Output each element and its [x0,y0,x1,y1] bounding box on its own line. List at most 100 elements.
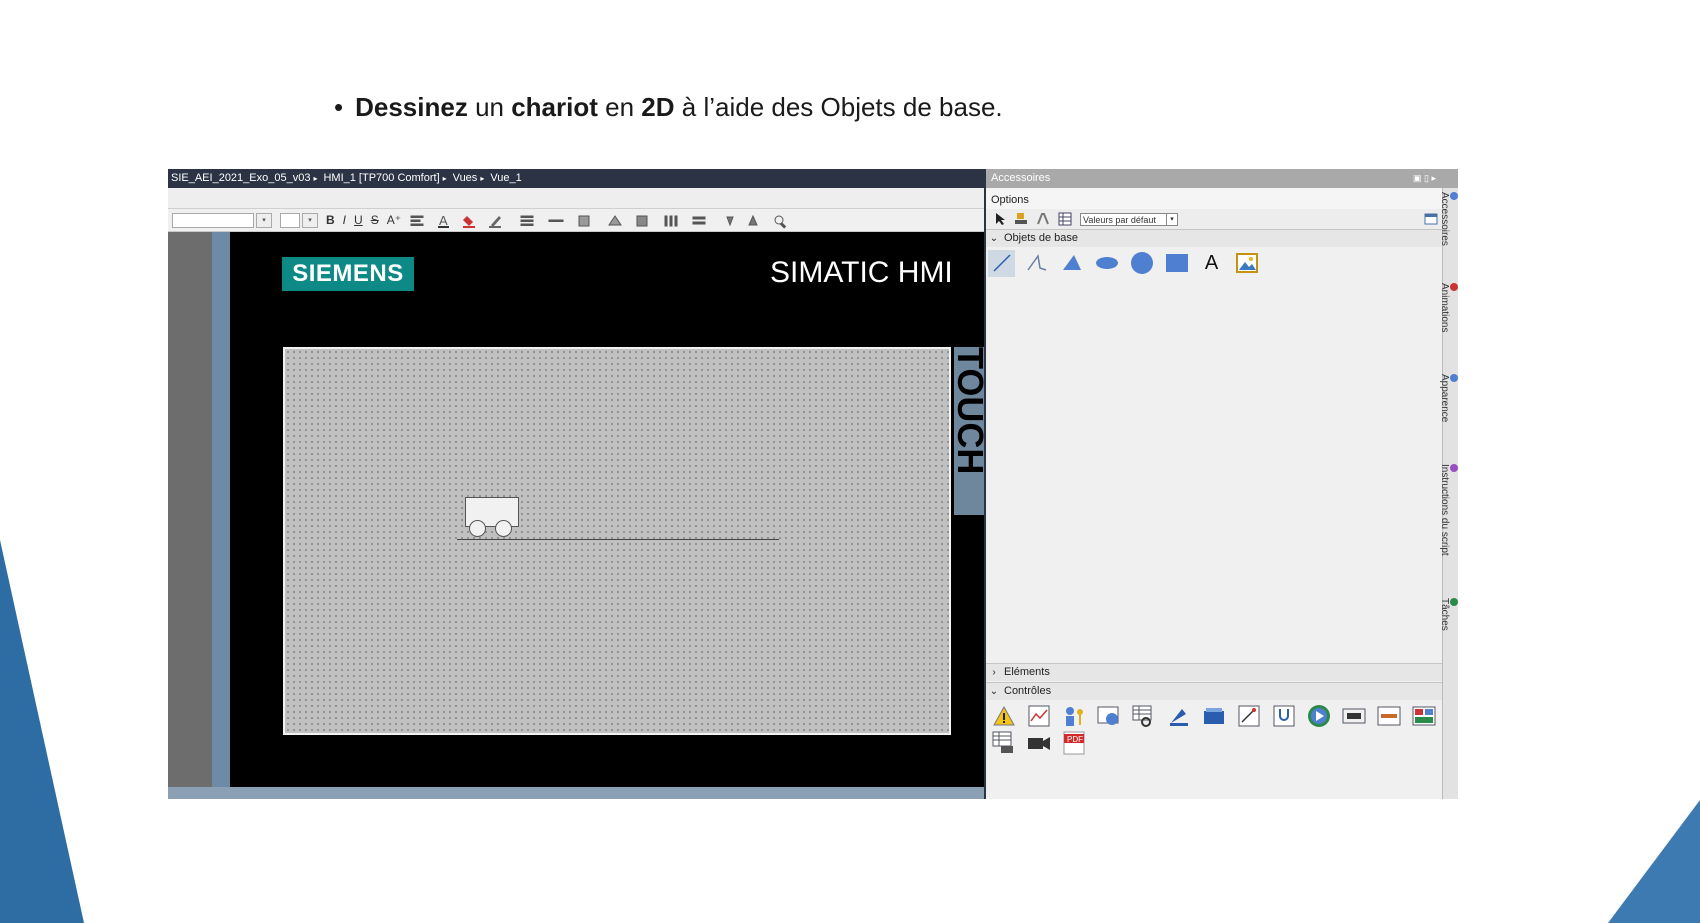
program-view-control[interactable] [1375,704,1402,728]
pointer-icon[interactable] [994,212,1006,226]
font-dropdown-button[interactable]: ▾ [256,212,272,228]
system-diagnostics-control[interactable] [1200,704,1227,728]
panel-layout-icon[interactable] [1424,213,1438,225]
ellipse-tool[interactable] [1093,250,1120,277]
panel-window-controls[interactable]: ▣ ▯ ▸ [1413,169,1436,188]
rail-line[interactable] [457,539,779,540]
side-tab-tasks[interactable]: Tâches [1439,598,1458,631]
side-tab-script-instructions[interactable]: Instructions du script [1439,464,1458,556]
breadcrumb-device[interactable]: HMI_1 [TP700 Comfort] [323,172,439,184]
brush-icon[interactable] [1014,212,1028,226]
style-select[interactable]: Valeurs par défaut ▾ [1080,212,1178,226]
trend-view-control[interactable] [1025,704,1052,728]
side-tab-label: Tâches [1439,598,1450,631]
breadcrumb-screen[interactable]: Vue_1 [490,172,521,184]
instruction-mode: 2D [641,92,675,122]
table-icon[interactable] [1058,212,1072,226]
slide-instruction: • Dessinez un chariot en 2D à l’aide des … [334,92,1003,123]
side-tab-accessories[interactable]: Accessoires [1439,192,1458,246]
graphic-view-tool[interactable] [1233,250,1260,277]
line-tool[interactable] [988,249,1015,277]
f-xy-view-control[interactable] [1235,704,1262,728]
chevron-down-icon[interactable]: ⌄ [987,683,1001,700]
editor-tab-strip [168,188,984,209]
accessories-icon [1450,192,1458,200]
user-view-control[interactable] [1060,704,1087,728]
line-icon [992,254,1011,272]
section-basic-objects[interactable]: ⌄ Objets de base [986,229,1442,247]
breadcrumb-separator-icon: ▸ [313,174,318,183]
parameter-view-control[interactable] [990,731,1017,755]
chevron-down-icon[interactable]: ⌄ [987,230,1001,247]
polygon-tool[interactable] [1058,250,1085,277]
hmi-device-faceplate: SIEMENS SIMATIC HMI TOUCH [230,232,991,787]
side-tab-label: Animations [1439,283,1450,333]
breadcrumb-project[interactable]: SIE_AEI_2021_Exo_05_v03 [171,172,310,184]
tia-portal-screenshot: SIE_AEI_2021_Exo_05_v03 ▸ HMI_1 [TP700 Com… [168,169,1458,799]
chevron-right-icon[interactable]: › [987,664,1001,681]
section-controls[interactable]: ⌄ Contrôles [986,682,1442,700]
cart-wheel-right[interactable] [495,520,512,537]
camera-control[interactable] [1340,704,1367,728]
side-tab-label: Accessoires [1439,192,1450,246]
status-force-control[interactable] [1270,704,1297,728]
accessories-panel: Accessoires ▣ ▯ ▸ Options Valeurs par dé… [986,169,1458,799]
toolbar-icons[interactable]: A [409,211,969,229]
matrix-view-control[interactable] [1410,704,1437,728]
text-tool-icon: A [1204,251,1219,274]
options-toolbar: Valeurs par défaut ▾ [986,209,1442,229]
font-size-dropdown-button[interactable]: ▾ [302,212,318,228]
breadcrumb-views[interactable]: Vues [453,172,478,184]
editor-canvas[interactable]: SIEMENS SIMATIC HMI TOUCH [168,232,991,799]
text-field-tool[interactable]: A [1198,250,1225,277]
font-size-increase-button[interactable]: A⁺ [387,209,401,231]
side-tab-animations[interactable]: Animations [1439,283,1458,332]
rectangle-tool[interactable] [1163,250,1190,277]
polyline-tool[interactable] [1023,250,1050,277]
section-elements[interactable]: › Eléments [986,663,1442,681]
alarm-view-control[interactable] [990,704,1017,728]
pdf-icon-label: PDF [1067,735,1083,744]
program-icon [1377,706,1400,726]
circle-tool[interactable] [1128,250,1155,277]
html-browser-control[interactable] [1095,704,1122,728]
sm-control-view[interactable] [1165,704,1192,728]
italic-button[interactable]: I [343,209,346,231]
section-controls-label: Contrôles [1004,685,1052,697]
recipe-view-control[interactable] [1130,704,1157,728]
tasks-icon [1450,598,1458,606]
camera-icon [1027,737,1050,750]
font-size-field[interactable] [280,212,300,228]
satellite-icon [1169,709,1188,726]
instruction-verb: Dessinez [355,92,468,122]
side-tab-label: Instructions du script [1439,464,1450,556]
underline-button[interactable]: U [354,209,363,231]
strikethrough-button[interactable]: S [371,209,379,231]
camera-view-control[interactable] [1025,731,1052,755]
section-basic-objects-label: Objets de base [1004,232,1078,244]
chevron-down-icon[interactable]: ▾ [1166,213,1177,225]
media-player-control[interactable] [1305,704,1332,728]
warning-icon [992,705,1015,726]
user-key-icon [1065,707,1083,726]
pdf-view-control[interactable]: PDF [1060,731,1087,755]
parameter-icon [992,731,1013,753]
svg-text:A: A [439,213,448,228]
cart-wheel-left[interactable] [469,520,486,537]
pdf-icon: PDF [1063,731,1084,755]
instruction-text: à l’aide des Objets de base. [674,92,1003,122]
side-tab-appearance[interactable]: Apparence [1439,374,1458,422]
siemens-logo: SIEMENS [282,257,414,291]
font-name-field[interactable] [172,212,254,228]
instruction-object: chariot [511,92,598,122]
bold-button[interactable]: B [326,209,335,231]
recipe-icon [1132,705,1151,727]
xy-chart-icon [1238,705,1259,727]
style-icon[interactable] [1036,212,1050,226]
appearance-icon [1450,374,1458,382]
basic-objects-palette: A [988,249,1444,277]
accessories-header: Accessoires ▣ ▯ ▸ [986,169,1458,188]
bullet-point: • [334,92,344,122]
hmi-screen-area[interactable] [283,347,951,735]
polygon-icon [1062,255,1081,270]
